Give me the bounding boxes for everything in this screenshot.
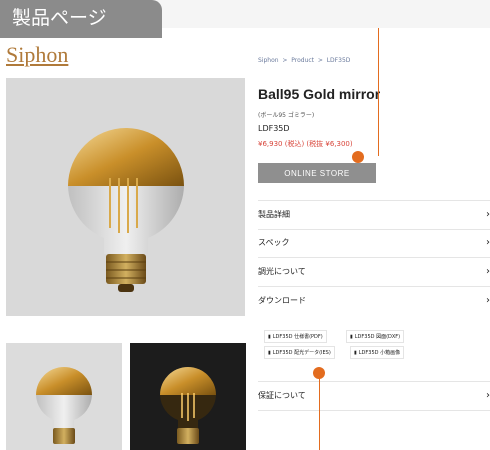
accordion-label: ダウンロード bbox=[258, 296, 306, 305]
download-links: LDF35D 仕様書(PDF) LDF35D 図面(DXF) LDF35D 配光… bbox=[258, 328, 490, 374]
download-link[interactable]: LDF35D 小箱画像 bbox=[350, 346, 405, 359]
accordion-download[interactable]: ダウンロード › bbox=[258, 287, 490, 315]
accordion-label: 製品詳細 bbox=[258, 210, 290, 219]
download-link[interactable]: LDF35D 配光データ(IES) bbox=[264, 346, 335, 359]
breadcrumb-separator: > bbox=[282, 57, 288, 64]
product-title: Ball95 Gold mirror bbox=[258, 86, 381, 102]
product-page: Siphon Siphon > Product > LDF35D Ball95 … bbox=[0, 28, 490, 450]
chevron-right-icon: › bbox=[486, 237, 490, 248]
callout-line bbox=[319, 378, 320, 450]
accordion-label: 保証について bbox=[258, 391, 306, 400]
product-price: ¥6,930 (税込) (税抜 ¥6,300) bbox=[258, 140, 353, 148]
page-tab-label: 製品ページ bbox=[0, 0, 162, 38]
breadcrumb-item[interactable]: Siphon bbox=[258, 57, 279, 64]
download-link[interactable]: LDF35D 仕様書(PDF) bbox=[264, 330, 327, 343]
accordion-warranty[interactable]: 保証について › bbox=[258, 381, 490, 411]
accordion-label: 調光について bbox=[258, 267, 306, 276]
breadcrumb-item[interactable]: Product bbox=[291, 57, 314, 64]
thumbnail-1[interactable] bbox=[6, 343, 122, 450]
accordion-product-details[interactable]: 製品詳細 › bbox=[258, 200, 490, 230]
download-link[interactable]: LDF35D 図面(DXF) bbox=[346, 330, 405, 343]
chevron-right-icon: › bbox=[486, 209, 490, 220]
thumbnail-2[interactable] bbox=[130, 343, 246, 450]
chevron-right-icon: › bbox=[486, 295, 490, 306]
online-store-button[interactable]: ONLINE STORE bbox=[258, 163, 376, 183]
accordion-spec[interactable]: スペック › bbox=[258, 229, 490, 258]
accordion-label: スペック bbox=[258, 238, 290, 247]
product-model: LDF35D bbox=[258, 124, 290, 133]
product-subtitle: (ボール95 ゴミラー) bbox=[258, 112, 315, 119]
site-logo[interactable]: Siphon bbox=[6, 42, 68, 68]
callout-dot bbox=[352, 151, 364, 163]
breadcrumb-item: LDF35D bbox=[326, 57, 351, 64]
main-product-image bbox=[6, 78, 245, 316]
callout-line bbox=[378, 28, 379, 156]
chevron-right-icon: › bbox=[486, 390, 490, 401]
breadcrumb: Siphon > Product > LDF35D bbox=[258, 57, 350, 64]
bulb-illustration bbox=[68, 128, 184, 292]
chevron-right-icon: › bbox=[486, 266, 490, 277]
breadcrumb-separator: > bbox=[317, 57, 323, 64]
accordion-dimming[interactable]: 調光について › bbox=[258, 258, 490, 287]
